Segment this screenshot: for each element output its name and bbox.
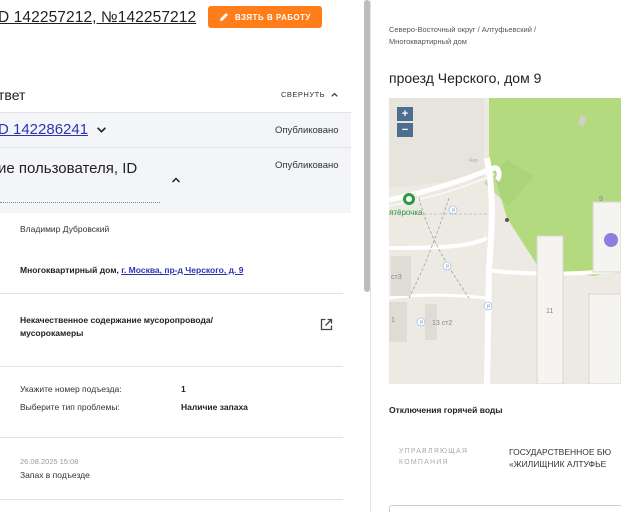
divider — [0, 366, 343, 367]
hot-water-outage-title: Отключения горячей воды — [389, 405, 503, 415]
problem-type-value: Наличие запаха — [181, 402, 248, 412]
answer-section-title: твет — [0, 87, 26, 103]
problem-title-line2: мусорокамеры — [20, 328, 84, 338]
pencil-icon — [220, 13, 228, 21]
problem-type-label: Выберите тип проблемы: — [20, 402, 120, 412]
chevron-down-icon — [97, 127, 107, 133]
chevron-up-icon[interactable] — [171, 175, 181, 185]
request-title: D 142257212, №142257212 — [0, 9, 197, 26]
bottom-input[interactable] — [389, 505, 621, 512]
collapse-label: СВЕРНУТЬ — [281, 90, 326, 99]
map-label-11: 11 — [546, 308, 553, 315]
map-label-ct3: ст3 — [391, 274, 402, 281]
breadcrumb-line2: Многоквартирный дом — [389, 37, 467, 46]
user-answer-title: ие пользователя, ID — [0, 160, 138, 177]
author-name: Владимир Дубровский — [20, 224, 110, 234]
answer-id-dropdown[interactable]: D 142286241 — [0, 121, 107, 138]
management-company-value-line1: ГОСУДАРСТВЕННОЕ БЮ — [509, 447, 612, 457]
dotted-divider — [0, 202, 160, 203]
answer-status: Опубликовано — [275, 125, 339, 136]
take-to-work-button[interactable]: ВЗЯТЬ В РАБОТУ — [208, 6, 322, 28]
collapse-button[interactable]: СВЕРНУТЬ — [281, 90, 339, 99]
map[interactable]: P P P P ятёрочка 9 11 13 ст2 ст3 1 Чер +… — [389, 98, 621, 384]
map-label-1: 1 — [391, 317, 395, 324]
object-line: Многоквартирный дом, г. Москва, пр-д Чер… — [20, 265, 243, 275]
management-company-label-line1: УПРАВЛЯЮЩАЯ — [399, 448, 469, 455]
entrance-label: Укажите номер подъезда: — [20, 384, 122, 394]
take-to-work-label: ВЗЯТЬ В РАБОТУ — [235, 12, 311, 22]
breadcrumb-line1: Северо-Восточный округ / Алтуфьевский / — [389, 25, 537, 34]
map-label-13ct2: 13 ст2 — [432, 320, 452, 327]
user-answer-status: Опубликовано — [275, 160, 339, 171]
map-label-9: 9 — [599, 196, 603, 203]
management-company-value: ГОСУДАРСТВЕННОЕ БЮ «ЖИЛИЩНИК АЛТУФЬЕ — [509, 446, 611, 470]
object-address-link[interactable]: г. Москва, пр-д Черского, д. 9 — [121, 265, 243, 275]
management-company-value-line2: «ЖИЛИЩНИК АЛТУФЬЕ — [509, 459, 607, 469]
map-label-shop: ятёрочка — [389, 208, 423, 217]
zoom-controls: + − — [397, 107, 413, 137]
answer-id-text: D 142286241 — [0, 121, 89, 138]
entrance-value: 1 — [181, 384, 186, 394]
management-company-label: УПРАВЛЯЮЩАЯ КОМПАНИЯ — [399, 446, 468, 468]
problem-title-line1: Некачественное содержание мусоропровода/ — [20, 315, 213, 325]
comment-text: Запах в подъезде — [20, 470, 90, 480]
breadcrumb: Северо-Восточный округ / Алтуфьевский / … — [389, 24, 619, 48]
divider — [0, 499, 343, 500]
address-title: проезд Черского, дом 9 — [389, 70, 542, 86]
divider — [0, 293, 343, 294]
object-type: Многоквартирный дом, — [20, 265, 119, 275]
zoom-out-button[interactable]: − — [397, 123, 413, 137]
open-external-icon[interactable] — [320, 318, 333, 331]
chevron-up-icon — [331, 92, 338, 97]
divider — [0, 437, 343, 438]
zoom-in-button[interactable]: + — [397, 107, 413, 121]
comment-date: 26.08.2025 15:08 — [20, 457, 79, 466]
map-canvas: P P P P ятёрочка 9 11 13 ст2 ст3 1 Чер — [389, 98, 621, 384]
management-company-label-line2: КОМПАНИЯ — [399, 459, 449, 466]
request-panel: D 142257212, №142257212 ВЗЯТЬ В РАБОТУ т… — [0, 0, 356, 512]
address-panel: Северо-Восточный округ / Алтуфьевский / … — [371, 0, 621, 512]
map-road-label: Чер — [469, 158, 478, 164]
